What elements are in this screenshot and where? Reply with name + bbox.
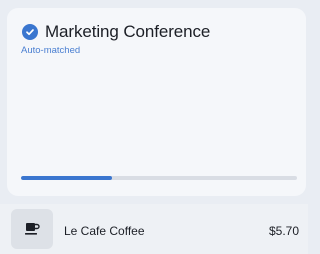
page: Marketing Conference Auto-matched Le Caf… <box>0 0 308 254</box>
coffee-cup-icon <box>11 209 53 249</box>
card-title: Marketing Conference <box>45 22 211 41</box>
progress-fill <box>21 176 113 180</box>
transaction-amount: $5.70 <box>268 224 299 238</box>
transaction-row[interactable]: Le Cafe Coffee $5.70 <box>0 204 308 254</box>
progress-bar <box>21 176 297 180</box>
card-header: Marketing Conference <box>22 22 210 42</box>
match-status-label: Auto-matched <box>21 45 81 56</box>
merchant-name: Le Cafe Coffee <box>64 224 145 238</box>
expense-match-card[interactable]: Marketing Conference Auto-matched <box>7 8 306 196</box>
check-circle-icon <box>22 24 38 40</box>
